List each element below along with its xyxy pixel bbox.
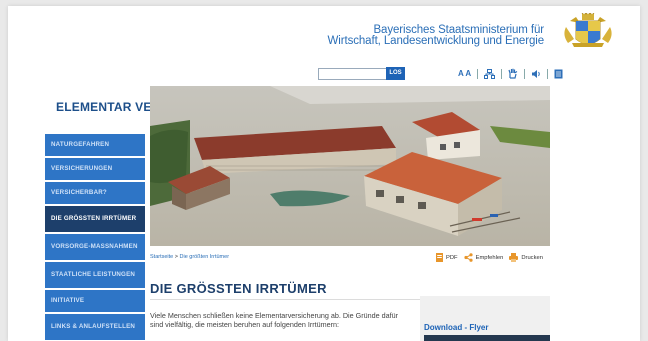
breadcrumb-separator: > (174, 254, 178, 260)
intro-text: Viele Menschen schließen keine Elementar… (150, 311, 398, 329)
font-size-toggle[interactable]: A A (458, 68, 471, 80)
nav-item-versicherungen[interactable]: VERSICHERUNGEN (45, 158, 145, 180)
nav-item-vorsorge[interactable]: VORSORGE-MASSNAHMEN (45, 234, 145, 260)
easy-language-icon[interactable] (554, 68, 563, 80)
ministry-name[interactable]: Bayerisches Staatsministerium für Wirtsc… (327, 24, 545, 47)
breadcrumb-home[interactable]: Startseite (150, 254, 173, 260)
search-button[interactable]: LOS (386, 67, 405, 80)
accessibility-toolbar: A A (458, 67, 563, 80)
breadcrumb-current[interactable]: Die größten Irrtümer (180, 254, 230, 260)
page: Bayerisches Staatsministerium für Wirtsc… (8, 6, 640, 341)
pdf-icon (436, 253, 443, 262)
nav-item-links[interactable]: LINKS & ANLAUFSTELLEN (45, 314, 145, 340)
nav-item-initiative[interactable]: INITIATIVE (45, 290, 145, 312)
share-icon (464, 253, 473, 262)
pdf-label: PDF (446, 254, 458, 261)
page-title: DIE GRÖSSTEN IRRTÜMER (150, 281, 327, 296)
nav-item-versicherbar[interactable]: VERSICHERBAR? (45, 182, 145, 204)
sitemap-icon[interactable] (484, 68, 496, 80)
share-label: Empfehlen (475, 254, 504, 261)
sign-language-icon[interactable] (508, 68, 518, 80)
nav-item-naturgefahren[interactable]: NATURGEFAHREN (45, 134, 145, 156)
share-link[interactable]: Empfehlen (464, 253, 504, 262)
page-actions: PDF Empfehlen Drucken (436, 253, 543, 262)
toolbar-divider (501, 68, 503, 79)
sidebar-nav: NATURGEFAHREN VERSICHERUNGEN VERSICHERBA… (45, 134, 145, 341)
nav-item-staatliche-leistungen[interactable]: STAATLICHE LEISTUNGEN (45, 262, 145, 288)
toolbar-divider (547, 68, 549, 79)
toolbar-divider (477, 68, 479, 79)
toolbar-divider (524, 68, 526, 79)
download-flyer-link[interactable]: Download - Flyer (424, 323, 488, 332)
flyer-thumbnail[interactable] (424, 335, 550, 341)
bavarian-crest-icon[interactable] (558, 13, 618, 53)
print-link[interactable]: Drucken (509, 253, 543, 262)
print-label: Drucken (521, 254, 543, 261)
pdf-link[interactable]: PDF (436, 253, 458, 262)
ministry-line-2: Wirtschaft, Landesentwicklung und Energi… (327, 35, 545, 47)
nav-item-groessten-irrtuemer[interactable]: DIE GRÖSSTEN IRRTÜMER (45, 206, 145, 232)
hero-flood-image (150, 86, 550, 246)
print-icon (509, 253, 519, 262)
breadcrumb: Startseite > Die größten Irrtümer (150, 254, 229, 260)
search-input[interactable] (318, 68, 392, 80)
speaker-icon[interactable] (531, 68, 541, 80)
